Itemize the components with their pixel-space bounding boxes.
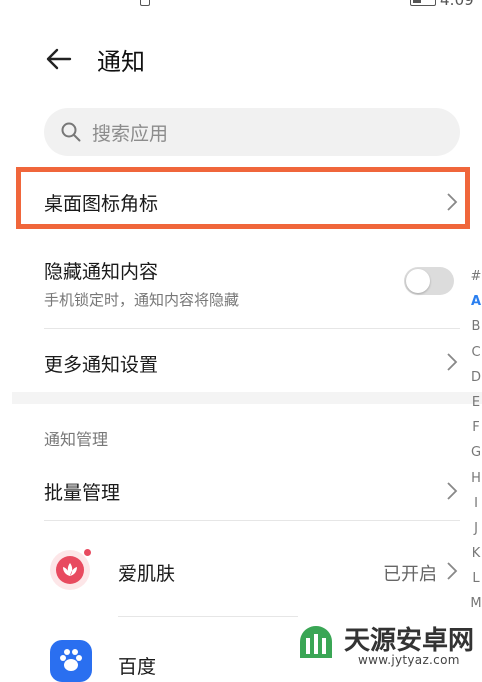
section-divider bbox=[12, 392, 482, 404]
watermark-text: 天源安卓网 bbox=[344, 626, 475, 656]
alpha-letter[interactable]: L bbox=[466, 566, 482, 591]
alpha-letter[interactable]: D bbox=[466, 365, 482, 390]
hide-content-label: 隐藏通知内容 bbox=[44, 261, 159, 283]
alpha-letter[interactable]: A bbox=[466, 289, 482, 314]
chevron-right-icon bbox=[446, 561, 458, 581]
alpha-letter[interactable]: G bbox=[466, 440, 482, 465]
hide-content-subtitle: 手机锁定时，通知内容将隐藏 bbox=[44, 291, 240, 309]
alpha-letter[interactable]: B bbox=[466, 314, 482, 339]
watermark-url: www.jytyaz.com bbox=[358, 653, 460, 667]
app-status: 已开启 bbox=[383, 564, 437, 585]
hide-content-toggle[interactable] bbox=[404, 267, 454, 295]
chevron-right-icon bbox=[446, 352, 458, 372]
more-settings-item[interactable]: 更多通知设置 bbox=[44, 350, 158, 377]
badge-settings-item[interactable]: 桌面图标角标 bbox=[44, 189, 158, 216]
divider bbox=[44, 520, 460, 521]
batch-manage-item[interactable]: 批量管理 bbox=[44, 478, 120, 505]
alpha-letter[interactable]: I bbox=[466, 491, 482, 516]
chevron-right-icon bbox=[446, 192, 458, 212]
alpha-letter[interactable]: C bbox=[466, 340, 482, 365]
page-title: 通知 bbox=[97, 48, 145, 76]
section-title: 通知管理 bbox=[44, 430, 109, 449]
status-icon bbox=[140, 0, 150, 6]
app-name[interactable]: 爱肌肤 bbox=[118, 559, 175, 586]
alpha-letter[interactable]: J bbox=[466, 516, 482, 541]
alphabet-index[interactable]: # A B C D E F G H I J K L M bbox=[466, 264, 482, 617]
watermark-logo-icon bbox=[294, 622, 338, 662]
chevron-right-icon bbox=[446, 481, 458, 501]
divider bbox=[118, 616, 298, 617]
alpha-letter[interactable]: # bbox=[466, 264, 482, 289]
back-arrow-icon[interactable] bbox=[44, 44, 74, 74]
toggle-knob bbox=[406, 269, 430, 293]
divider bbox=[44, 328, 460, 329]
alpha-letter[interactable]: K bbox=[466, 541, 482, 566]
alpha-letter[interactable]: F bbox=[466, 415, 482, 440]
app-name[interactable]: 百度 bbox=[118, 652, 156, 679]
status-time: 4:09 bbox=[440, 0, 474, 9]
battery-icon bbox=[410, 0, 436, 6]
alpha-letter[interactable]: H bbox=[466, 466, 482, 491]
alpha-letter[interactable]: E bbox=[466, 390, 482, 415]
paw-icon bbox=[50, 640, 92, 682]
alpha-letter[interactable]: M bbox=[466, 591, 482, 616]
search-icon bbox=[60, 121, 82, 143]
lotus-icon bbox=[50, 549, 91, 590]
search-placeholder: 搜索应用 bbox=[92, 123, 169, 145]
